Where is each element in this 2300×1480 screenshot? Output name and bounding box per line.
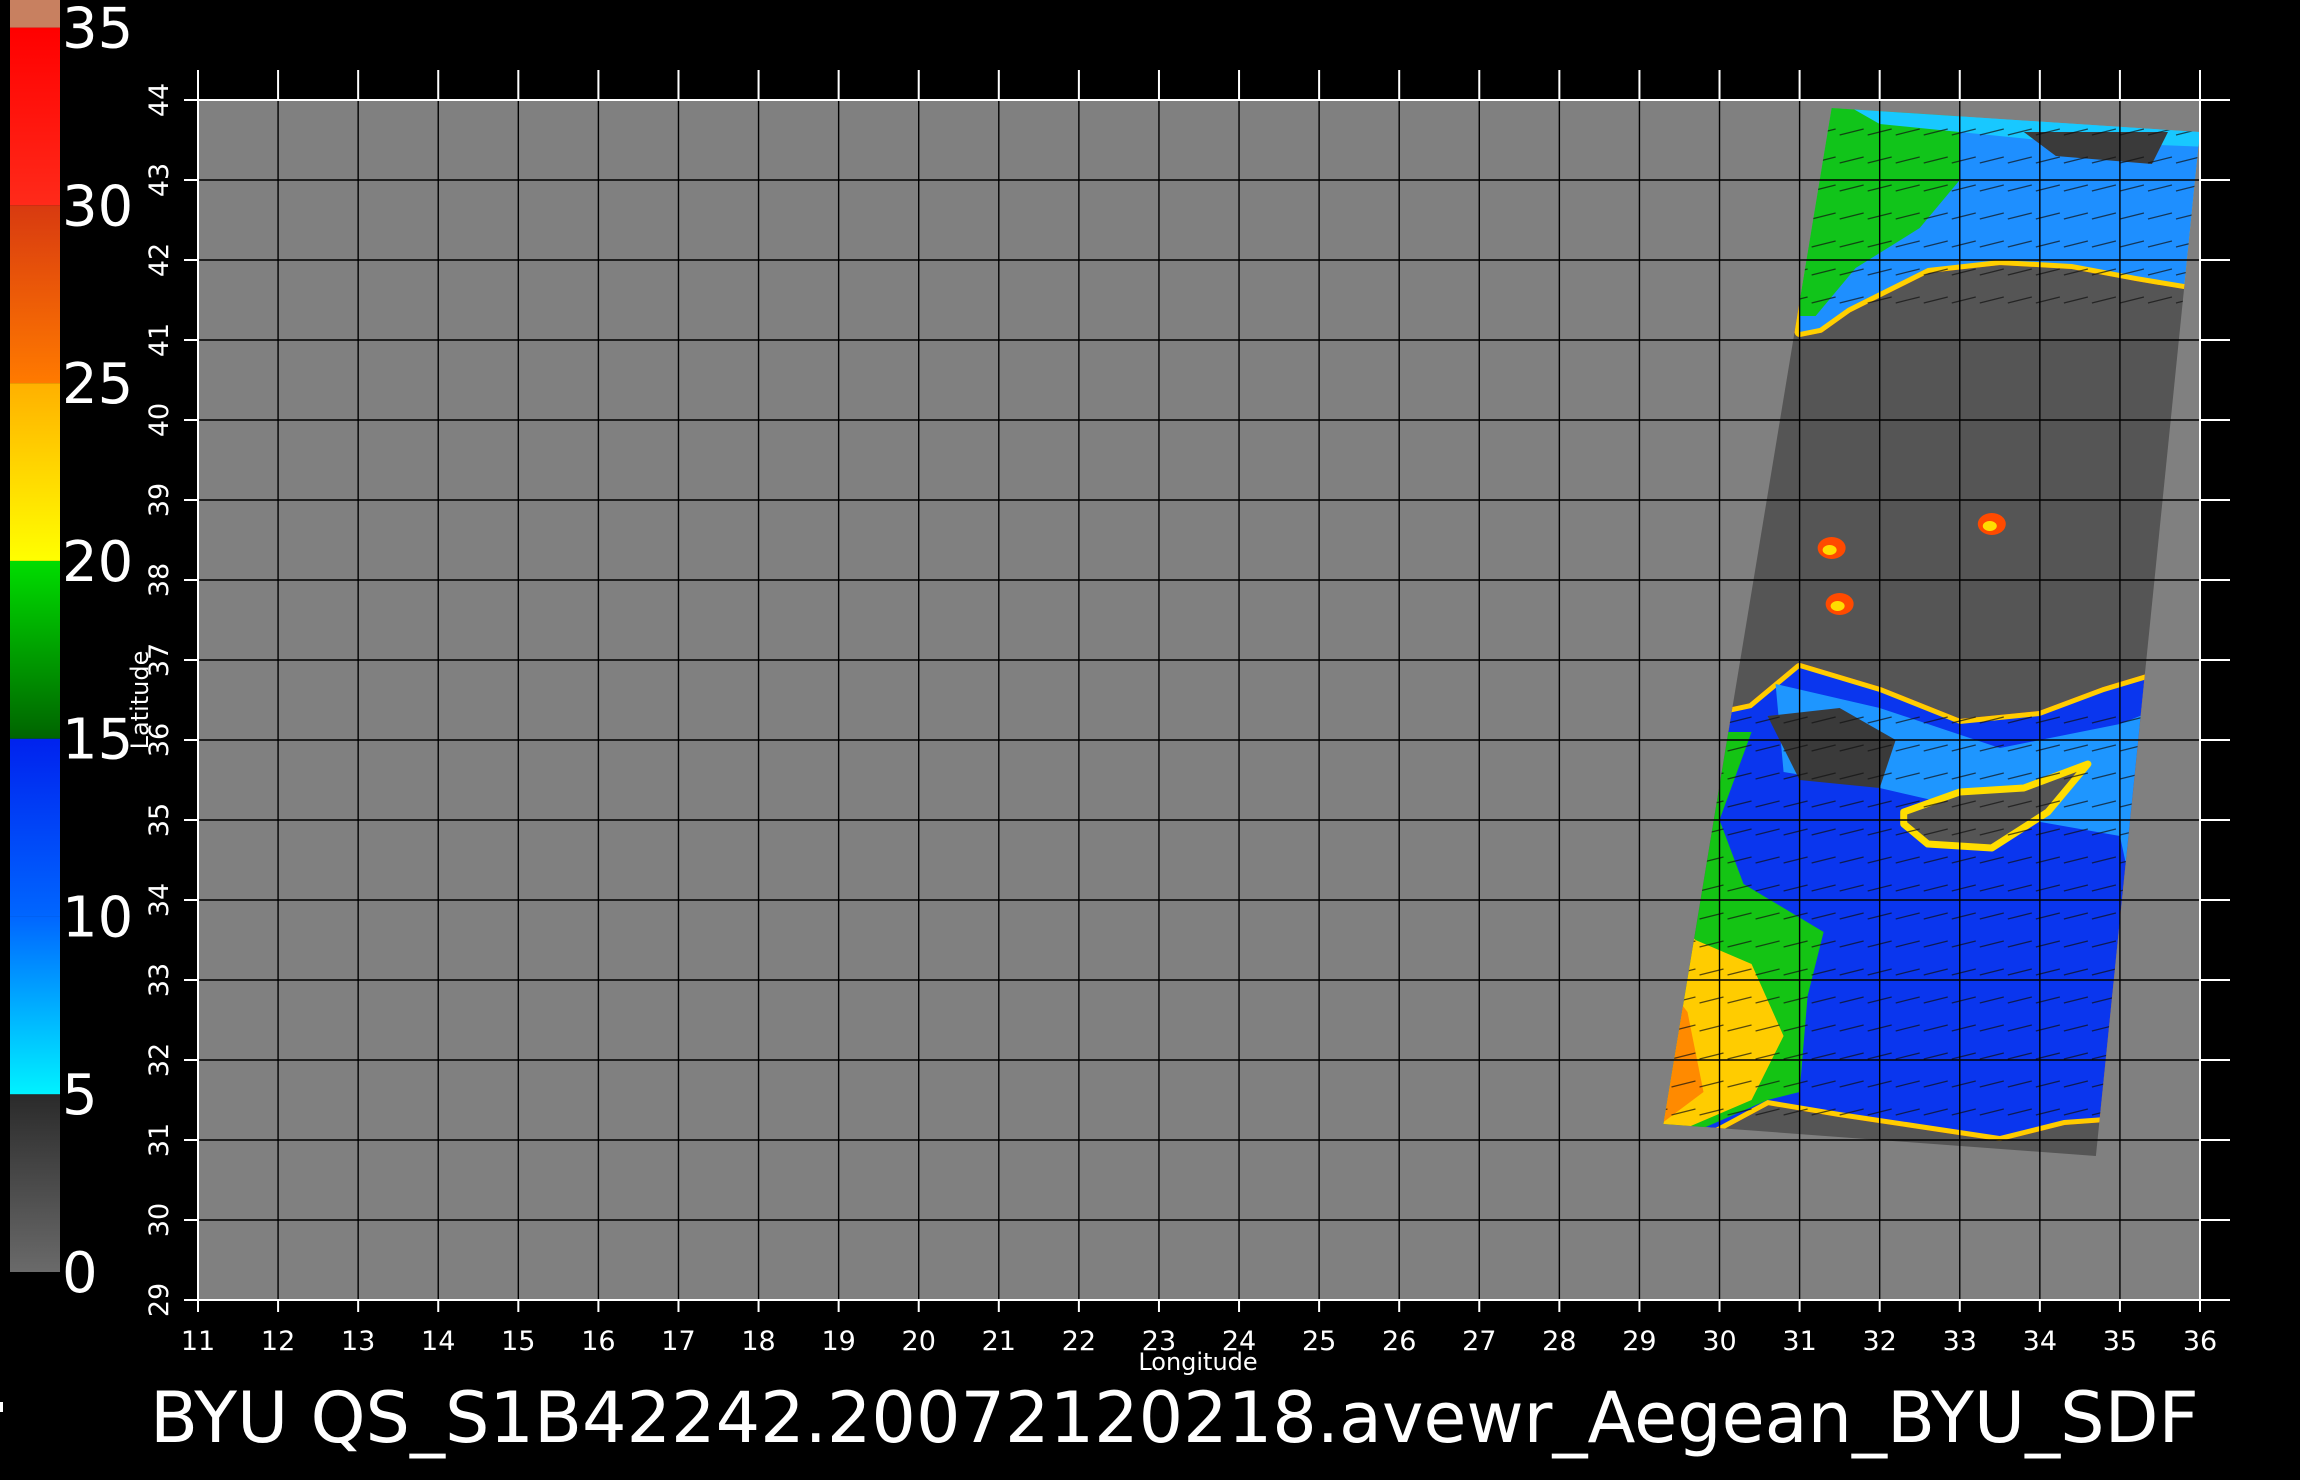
colorbar-segment [10,560,60,739]
lat-tick-label: 32 [144,1043,175,1077]
lat-tick-label: 31 [144,1123,175,1157]
lon-tick-label: 32 [1863,1326,1897,1357]
lake-spot-core [1982,521,1997,531]
colorbar-segment [10,738,60,917]
lat-tick-label: 42 [144,243,175,277]
lon-tick-label: 21 [982,1326,1016,1357]
lon-tick-label: 29 [1622,1326,1656,1357]
lon-tick-label: 35 [2103,1326,2137,1357]
lon-tick-label: 30 [1702,1326,1736,1357]
lat-tick-label: 33 [144,963,175,997]
lat-tick-label: 35 [144,803,175,837]
colorbar-tick-label: 10 [62,885,133,950]
lon-tick-label: 18 [741,1326,775,1357]
lon-tick-label: 33 [1943,1326,1977,1357]
colorbar-tick-label: 35 [62,0,133,62]
lat-tick-label: 38 [144,563,175,597]
lat-tick-label: 39 [144,483,175,517]
latitude-axis-label: Latitude [126,651,154,750]
colorbar-tick-label: 25 [62,352,133,417]
lat-tick-label: 43 [144,163,175,197]
colorbar-segment [10,1094,60,1272]
product-caption: BYU QS_S1B42242.20072120218.avewr_Aegean… [150,1377,2199,1459]
lon-tick-label: 16 [581,1326,615,1357]
lon-tick-label: 20 [902,1326,936,1357]
lat-tick-label: 41 [144,323,175,357]
colorbar-segment [10,916,60,1095]
lon-tick-label: 17 [661,1326,695,1357]
lon-tick-label: 15 [501,1326,535,1357]
lon-tick-label: 28 [1542,1326,1576,1357]
colorbar-tick-label: 15 [62,708,133,773]
colorbar-segment [10,383,60,561]
lake-spot-core [1830,601,1845,611]
lon-tick-label: 14 [421,1326,455,1357]
lon-tick-label: 31 [1782,1326,1816,1357]
lon-tick-label: 27 [1462,1326,1496,1357]
lat-tick-label: 44 [144,83,175,117]
lat-tick-label: 30 [144,1203,175,1237]
colorbar-tick-label: 5 [62,1063,98,1128]
lon-tick-label: 19 [821,1326,855,1357]
edge-tick [0,1402,3,1412]
lon-tick-label: 13 [341,1326,375,1357]
lon-tick-label: 34 [2023,1326,2057,1357]
lat-tick-label: 29 [144,1283,175,1317]
lake-spot-core [1822,545,1837,555]
colorbar-segment [10,205,60,384]
colorbar-tick-label: 30 [62,174,133,239]
lon-tick-label: 26 [1382,1326,1416,1357]
colorbar-segment [10,27,60,206]
lat-tick-label: 40 [144,403,175,437]
lon-tick-label: 22 [1062,1326,1096,1357]
lon-tick-label: 12 [261,1326,295,1357]
colorbar-segment [10,0,60,28]
lon-tick-label: 36 [2183,1326,2217,1357]
colorbar-tick-label: 0 [62,1241,98,1306]
lat-tick-label: 34 [144,883,175,917]
lon-tick-label: 25 [1302,1326,1336,1357]
colorbar-tick-label: 20 [62,530,133,595]
wind-speed-map-figure: 0 5 10 15 20 25 30 35 11 12 13 14 15 16 17 18 19 20 21 22 2… [10,0,2230,1376]
lon-tick-label: 11 [181,1326,215,1357]
colorbar-legend: 0 5 10 15 20 25 30 35 [10,0,133,1306]
